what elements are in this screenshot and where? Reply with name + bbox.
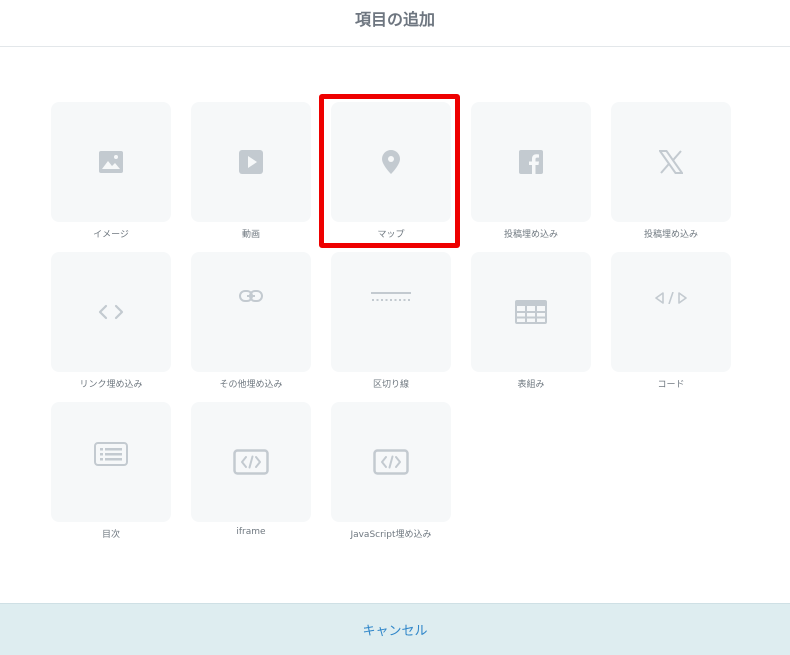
image-icon: [99, 151, 123, 173]
item-label: 目次: [101, 530, 120, 540]
item-label: リンク埋め込み: [79, 380, 143, 390]
add-table-item[interactable]: 表組み: [471, 252, 591, 402]
add-x-embed-item[interactable]: 投稿埋め込み: [611, 102, 731, 252]
tile-box[interactable]: [611, 102, 731, 222]
item-label: イメージ: [93, 230, 129, 240]
tile-box[interactable]: [331, 252, 451, 372]
divider-icon: [371, 292, 411, 302]
dialog-title: 項目の追加: [354, 10, 435, 29]
tile-box[interactable]: [331, 102, 451, 222]
tile-box[interactable]: [191, 402, 311, 522]
tile-box[interactable]: [471, 252, 591, 372]
add-toc-item[interactable]: 目次: [51, 402, 171, 552]
embed-code-icon: [233, 449, 269, 475]
tile-box[interactable]: [471, 102, 591, 222]
table-icon: [515, 300, 547, 324]
code-icon: [654, 292, 688, 304]
add-code-item[interactable]: コード: [611, 252, 731, 402]
dialog-header: 項目の追加: [0, 0, 790, 47]
add-javascript-embed-item[interactable]: JavaScript埋め込み: [331, 402, 451, 552]
add-iframe-item[interactable]: iframe: [191, 402, 311, 552]
embed-code-icon: [373, 449, 409, 475]
tile-box[interactable]: [331, 402, 451, 522]
tile-box[interactable]: [51, 402, 171, 522]
add-video-item[interactable]: 動画: [191, 102, 311, 252]
item-label: その他埋め込み: [219, 380, 283, 390]
facebook-icon: [519, 150, 543, 174]
video-play-icon: [239, 150, 263, 174]
item-label: 動画: [241, 230, 260, 240]
add-map-item[interactable]: マップ: [331, 102, 451, 252]
item-label: マップ: [377, 230, 405, 240]
tile-box[interactable]: [51, 252, 171, 372]
toc-list-icon: [94, 442, 128, 466]
item-label: 投稿埋め込み: [503, 230, 558, 240]
add-link-embed-item[interactable]: リンク埋め込み: [51, 252, 171, 402]
item-label: 表組み: [517, 380, 545, 390]
tile-box[interactable]: [611, 252, 731, 372]
item-label: コード: [657, 380, 685, 390]
item-label: iframe: [236, 527, 266, 537]
item-label: 投稿埋め込み: [643, 230, 698, 240]
item-grid: イメージ 動画 マップ 投稿埋め込み 投稿埋め込み リンク埋め込み その他埋め込…: [51, 102, 751, 552]
tile-box[interactable]: [51, 102, 171, 222]
tile-box[interactable]: [191, 102, 311, 222]
add-other-embed-item[interactable]: その他埋め込み: [191, 252, 311, 402]
add-facebook-embed-item[interactable]: 投稿埋め込み: [471, 102, 591, 252]
cancel-button[interactable]: キャンセル: [342, 614, 447, 645]
dialog-footer: キャンセル: [0, 603, 790, 655]
link-icon: [239, 290, 263, 302]
item-label: 区切り線: [372, 380, 409, 390]
add-divider-item[interactable]: 区切り線: [331, 252, 451, 402]
map-pin-icon: [382, 150, 400, 174]
tile-box[interactable]: [191, 252, 311, 372]
add-image-item[interactable]: イメージ: [51, 102, 171, 252]
item-label: JavaScript埋め込み: [350, 530, 432, 540]
code-brackets-icon: [98, 304, 124, 320]
x-logo-icon: [659, 150, 683, 174]
